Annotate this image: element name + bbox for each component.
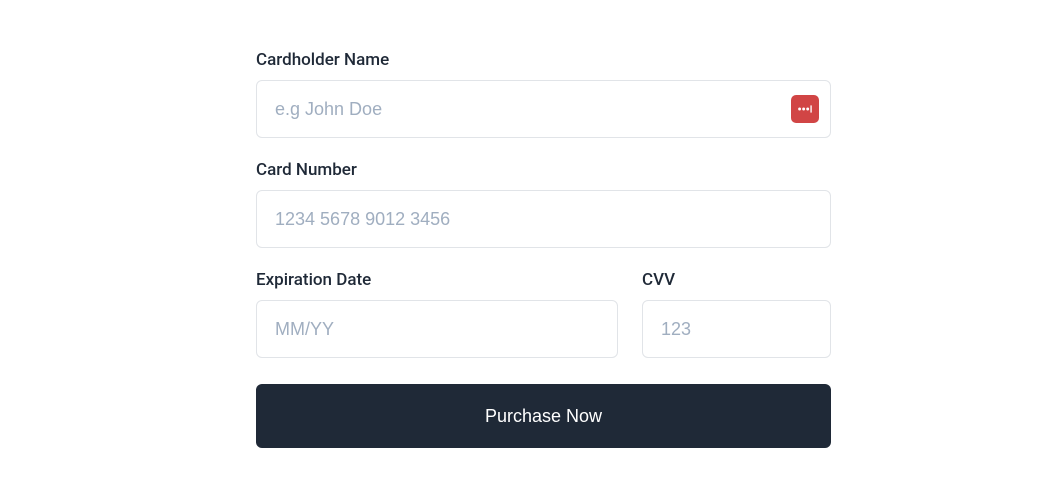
cardnumber-input[interactable] <box>256 190 831 248</box>
expiration-cvv-row: Expiration Date CVV <box>256 270 831 358</box>
cvv-label: CVV <box>642 270 831 290</box>
cardnumber-field-group: Card Number <box>256 160 831 248</box>
expiration-input[interactable] <box>256 300 618 358</box>
dots-cursor-icon <box>796 100 814 118</box>
expiration-label: Expiration Date <box>256 270 618 290</box>
cardholder-label: Cardholder Name <box>256 50 831 70</box>
password-manager-icon[interactable] <box>791 95 819 123</box>
cardnumber-input-wrapper <box>256 190 831 248</box>
expiration-field-group: Expiration Date <box>256 270 618 358</box>
purchase-button[interactable]: Purchase Now <box>256 384 831 448</box>
cardnumber-label: Card Number <box>256 160 831 180</box>
cardholder-field-group: Cardholder Name <box>256 50 831 138</box>
payment-form: Cardholder Name Card Number Expiration D… <box>256 50 831 448</box>
cardholder-input[interactable] <box>256 80 831 138</box>
cvv-field-group: CVV <box>642 270 831 358</box>
cardholder-input-wrapper <box>256 80 831 138</box>
cvv-input[interactable] <box>642 300 831 358</box>
